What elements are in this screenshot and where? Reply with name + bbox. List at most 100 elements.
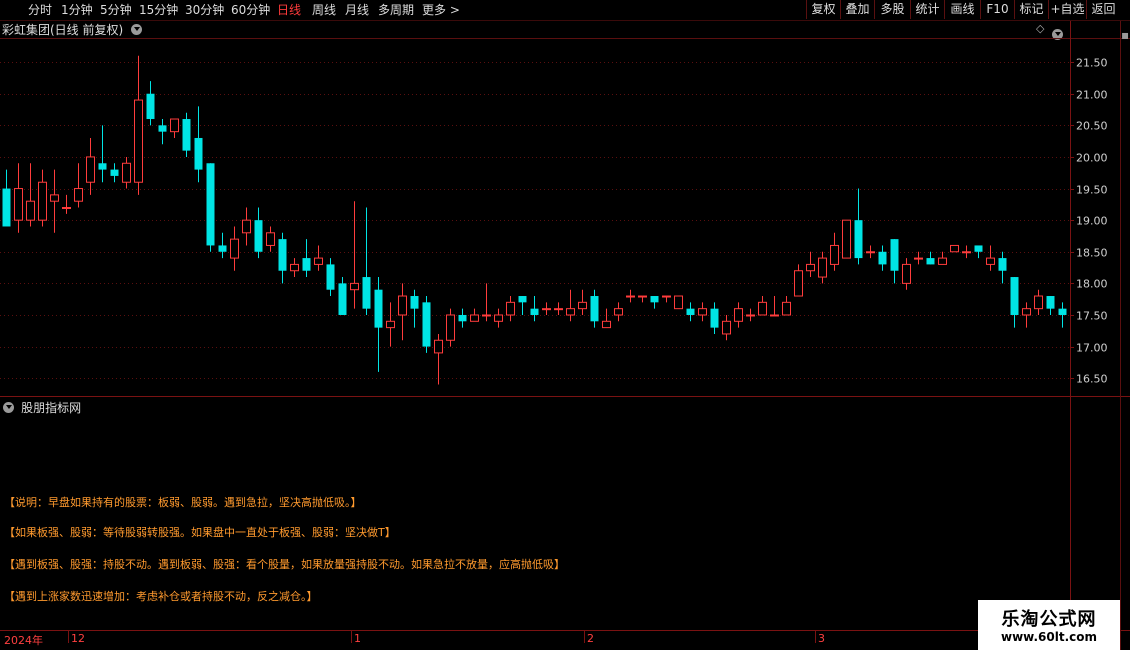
y-tick-label: 20.50 <box>1076 120 1108 133</box>
candle <box>2 169 11 227</box>
candle-body <box>242 219 251 234</box>
candle <box>230 226 239 271</box>
candle <box>266 226 275 252</box>
time-tick <box>584 631 585 643</box>
candle-body <box>170 118 179 133</box>
candle <box>722 314 731 341</box>
candle-body <box>434 339 443 354</box>
candle <box>830 232 839 271</box>
annotation-line: 【如果板强、股弱：等待股弱转股强。如果盘中一直处于板强、股弱：坚决做T】 <box>4 526 396 539</box>
candle <box>1046 296 1055 315</box>
candle-body <box>578 301 587 310</box>
candle <box>866 245 875 259</box>
candle-body <box>38 181 47 221</box>
candle-body <box>842 219 851 259</box>
candle-body <box>374 289 383 328</box>
candle <box>38 169 47 227</box>
candle-body <box>698 308 707 316</box>
candle <box>734 302 743 328</box>
candle <box>806 251 815 278</box>
candle-body <box>902 263 911 284</box>
candle <box>614 302 623 322</box>
candle <box>974 245 983 259</box>
candle <box>770 296 779 317</box>
candle <box>158 119 167 145</box>
candle-body <box>278 239 287 271</box>
candle-body <box>542 308 551 311</box>
candle-body <box>206 163 215 246</box>
candle-body <box>554 308 563 311</box>
candle <box>710 302 719 334</box>
candle-body <box>758 301 767 316</box>
time-axis-month: 3 <box>818 632 825 645</box>
candle <box>638 295 647 303</box>
candle-body <box>362 277 371 309</box>
candle-body <box>314 257 323 265</box>
candle <box>962 245 971 259</box>
candle <box>446 308 455 347</box>
candle <box>1058 302 1067 328</box>
y-tick-label: 17.00 <box>1076 342 1108 355</box>
time-tick <box>351 631 352 643</box>
candle <box>986 245 995 271</box>
candle-body <box>86 156 95 183</box>
candle-body <box>110 169 119 176</box>
candle-body <box>926 258 935 265</box>
candle <box>998 251 1007 284</box>
candle-body <box>158 125 167 132</box>
candle-body <box>1034 295 1043 310</box>
watermark-url: www.60lt.com <box>1000 630 1098 644</box>
y-tick-label: 21.00 <box>1076 89 1108 102</box>
candlestick-chart: 21.50 21.00 20.50 20.00 19.50 19.00 18.50 18.00… <box>0 21 1130 650</box>
candle-body <box>194 137 203 170</box>
candle-body <box>338 283 347 315</box>
candle <box>818 251 827 284</box>
price-tick-labels: 21.50 21.00 20.50 20.00 19.50 19.00 18.50 18.00… <box>1070 57 1108 386</box>
candle <box>926 251 935 265</box>
candle-body <box>1010 277 1019 315</box>
candle <box>170 118 179 138</box>
sidebar-glyph: ▪ <box>1121 28 1130 42</box>
candle <box>134 55 143 195</box>
candle-body <box>326 264 335 290</box>
y-tick-label: 17.50 <box>1076 310 1108 323</box>
candle <box>290 258 299 278</box>
candle-body <box>734 308 743 322</box>
candle <box>398 283 407 341</box>
candles <box>2 55 1067 385</box>
candle <box>554 302 563 315</box>
candle <box>422 296 431 353</box>
candle <box>122 156 131 189</box>
candle <box>626 289 635 303</box>
candle-body <box>182 119 191 151</box>
candle-body <box>782 301 791 316</box>
time-axis-month: 2 <box>587 632 594 645</box>
watermark-name: 乐淘公式网 <box>1001 609 1097 630</box>
candle <box>470 308 479 322</box>
candle-body <box>974 245 983 252</box>
candle-body <box>494 314 503 322</box>
candle-body <box>854 220 863 259</box>
candle-body <box>74 188 83 202</box>
candle-body <box>254 220 263 252</box>
candle-body <box>62 207 71 210</box>
candle <box>86 137 95 195</box>
right-sidebar-strip[interactable]: ▪ <box>1121 24 1130 394</box>
candle-body <box>506 301 515 316</box>
candle-body <box>950 244 959 253</box>
candle-body <box>1058 308 1067 315</box>
candle <box>938 251 947 265</box>
candle <box>482 283 491 322</box>
candle-body <box>866 251 875 254</box>
candle <box>854 188 863 265</box>
time-axis-year: 2024年 <box>4 634 43 647</box>
candle-body <box>830 244 839 265</box>
candle-body <box>146 93 155 120</box>
indicator-dropdown-icon[interactable] <box>3 402 14 413</box>
candle <box>350 201 359 309</box>
candle <box>410 289 419 328</box>
candle-body <box>302 258 311 271</box>
candle <box>50 169 59 233</box>
candle-body <box>2 188 11 227</box>
candle <box>518 296 527 315</box>
